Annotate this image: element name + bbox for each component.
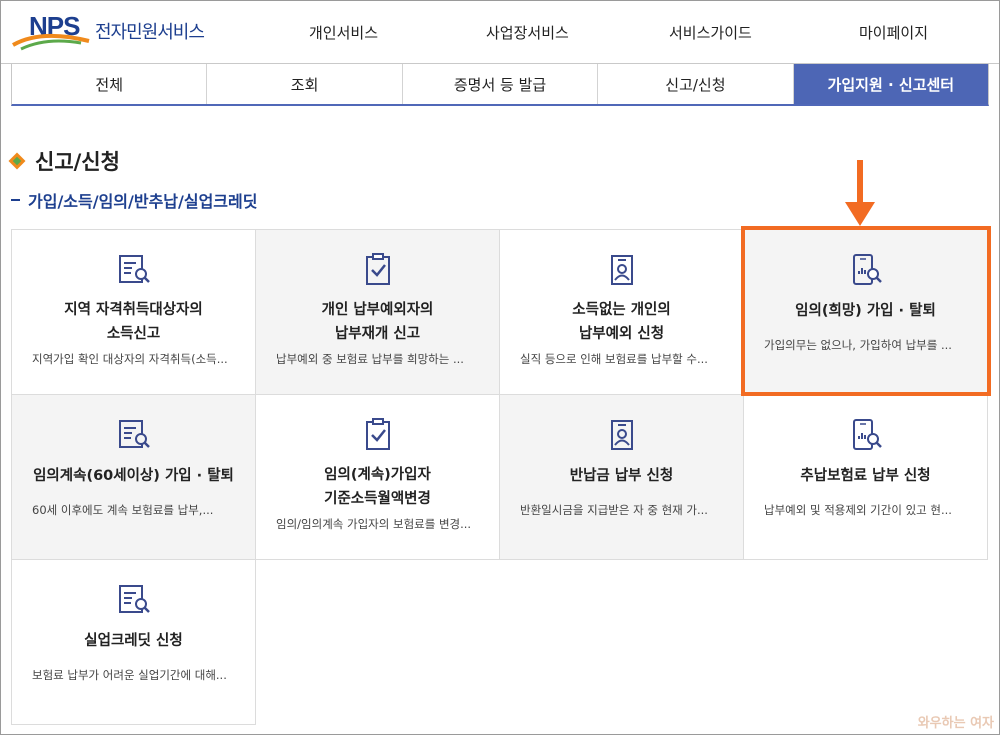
site-header: NPS 전자민원서비스 개인서비스 사업장서비스 서비스가이드 마이페이지 (0, 0, 1000, 64)
logo-text: 전자민원서비스 (95, 22, 205, 43)
section-title-text: 신고/신청 (35, 150, 120, 174)
card-title: 반납금 납부 신청 (569, 468, 674, 484)
tab-certificate[interactable]: 증명서 등 발급 (402, 64, 599, 104)
nav-personal[interactable]: 개인서비스 (309, 1, 378, 63)
card-voluntary-join-leave[interactable]: 임의(희망) 가입 · 탈퇴 가입의무는 없으나, 가입하여 납부를 ... (743, 229, 988, 395)
diamond-icon (8, 152, 26, 170)
card-continued-voluntary[interactable]: 임의계속(60세이상) 가입 · 탈퇴 60세 이후에도 계속 보험료를 납부,… (11, 394, 256, 560)
card-late-payment[interactable]: 추납보험료 납부 신청 납부예외 및 적용제외 기간이 있고 현... (743, 394, 988, 560)
card-title: 임의계속(60세이상) 가입 · 탈퇴 (33, 468, 234, 484)
id-card-icon (610, 255, 633, 285)
card-title: 실업크레딧 신청 (84, 633, 183, 649)
card-desc: 60세 이후에도 계속 보험료를 납부,... (32, 503, 214, 517)
card-desc: 실직 등으로 인해 보험료를 납부할 수... (520, 352, 708, 366)
arrow-down-icon (845, 160, 875, 226)
card-title: 소득없는 개인의 납부예외 신청 (572, 302, 671, 342)
card-desc: 지역가입 확인 대상자의 자격취득(소득... (32, 352, 228, 366)
nav-mypage[interactable]: 마이페이지 (859, 1, 928, 63)
card-payment-exception[interactable]: 소득없는 개인의 납부예외 신청 실직 등으로 인해 보험료를 납부할 수... (499, 229, 744, 395)
nav-business[interactable]: 사업장서비스 (486, 1, 569, 63)
tab-all[interactable]: 전체 (12, 64, 208, 104)
tab-inquiry[interactable]: 조회 (207, 64, 403, 104)
card-title: 임의(희망) 가입 · 탈퇴 (795, 303, 936, 319)
document-search-icon (118, 255, 150, 283)
nav-guide[interactable]: 서비스가이드 (669, 1, 752, 63)
dash-icon (11, 199, 20, 201)
card-title: 지역 자격취득대상자의 소득신고 (64, 302, 203, 342)
card-desc: 보험료 납부가 어려운 실업기간에 대해... (32, 668, 227, 682)
logo-mark: NPS (11, 11, 95, 51)
card-regional-income-report[interactable]: 지역 자격취득대상자의 소득신고 지역가입 확인 대상자의 자격취득(소득... (11, 229, 256, 395)
card-desc: 임의/임의계속 가입자의 보험료를 변경... (276, 517, 472, 531)
mobile-chart-search-icon (852, 419, 882, 450)
id-card-icon (610, 420, 633, 450)
card-title: 임의(계속)가입자 기준소득월액변경 (324, 467, 431, 507)
card-income-change[interactable]: 임의(계속)가입자 기준소득월액변경 임의/임의계속 가입자의 보험료를 변경..… (255, 394, 500, 560)
card-desc: 반환일시금을 지급받은 자 중 현재 가... (520, 503, 708, 517)
card-unemployment-credit[interactable]: 실업크레딧 신청 보험료 납부가 어려운 실업기간에 대해... (11, 559, 256, 725)
card-desc: 납부예외 중 보험료 납부를 희망하는 ... (276, 352, 464, 366)
clipboard-check-icon (365, 253, 390, 285)
section-subtitle: 가입/소득/임의/반추납/실업크레딧 (11, 188, 257, 212)
card-desc: 가입의무는 없으나, 가입하여 납부를 ... (764, 338, 952, 352)
tab-support-center[interactable]: 가입지원 · 신고센터 (793, 64, 989, 104)
watermark: 와우하는 여자 (917, 716, 994, 731)
document-search-icon (118, 585, 150, 613)
card-title: 추납보험료 납부 신청 (800, 468, 931, 484)
section-subtitle-text: 가입/소득/임의/반추납/실업크레딧 (28, 192, 258, 211)
card-title: 개인 납부예외자의 납부재개 신고 (321, 302, 434, 342)
nps-logo[interactable]: NPS 전자민원서비스 (11, 11, 205, 51)
tab-report[interactable]: 신고/신청 (598, 64, 794, 104)
card-refund-payment[interactable]: 반납금 납부 신청 반환일시금을 지급받은 자 중 현재 가... (499, 394, 744, 560)
category-tabs: 전체 조회 증명서 등 발급 신고/신청 가입지원 · 신고센터 (11, 64, 989, 106)
card-payment-resume[interactable]: 개인 납부예외자의 납부재개 신고 납부예외 중 보험료 납부를 희망하는 ... (255, 229, 500, 395)
document-search-icon (118, 420, 150, 448)
clipboard-check-icon (365, 418, 390, 450)
section-title: 신고/신청 (8, 146, 120, 176)
mobile-chart-search-icon (852, 254, 882, 285)
card-desc: 납부예외 및 적용제외 기간이 있고 현... (764, 503, 952, 517)
logo-swoosh-icon (12, 33, 90, 51)
